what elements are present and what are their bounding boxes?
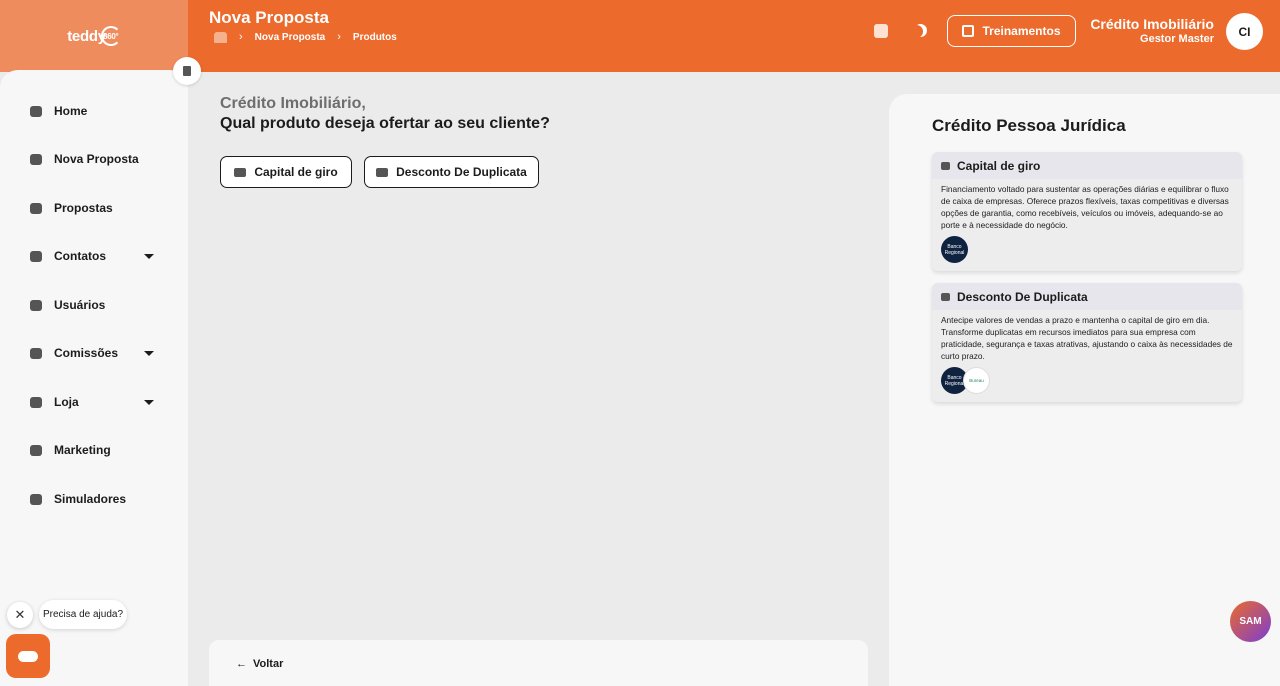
sidebar-item-nova-proposta[interactable]: Nova Proposta [30,149,160,169]
sidebar-item-label: Contatos [54,249,106,263]
footer-bar [209,640,868,686]
card-title: Capital de giro [957,158,1041,173]
chat-icon [18,650,38,662]
sidebar-item-label: Nova Proposta [54,152,139,166]
card-bank-logos: Banco Regional Bureau [941,367,1242,401]
sidebar-item-comissoes[interactable]: Comissões [30,343,154,363]
sidebar-item-label: Marketing [54,443,111,457]
sidebar-item-home[interactable]: Home [30,101,160,121]
user-info: Crédito Imobiliário Gestor Master [1090,16,1214,45]
chat-button[interactable] [6,634,50,678]
breadcrumb-item-nova-proposta[interactable]: Nova Proposta [255,32,326,43]
user-name: Crédito Imobiliário [1090,16,1214,32]
back-button[interactable]: ← Voltar [236,658,283,670]
sidebar-item-label: Simuladores [54,492,127,506]
training-button-label: Treinamentos [982,24,1061,38]
main-subtitle: Crédito Imobiliário, [220,95,366,112]
logo-ring: 360° [100,26,121,46]
card-bank-logos: Banco Regional [941,236,1242,270]
avatar[interactable]: CI [1226,13,1263,50]
home-icon[interactable] [214,31,227,43]
back-button-label: Voltar [253,658,284,670]
product-button-desconto-de-duplicata[interactable]: Desconto De Duplicata [364,156,539,188]
product-button-capital-de-giro[interactable]: Capital de giro [220,156,352,188]
new-proposal-icon [30,153,42,165]
training-button[interactable]: Treinamentos [947,15,1076,47]
breadcrumb: › Nova Proposta › Produtos [214,31,397,43]
sidebar-item-usuarios[interactable]: Usuários [30,295,160,315]
logo-area[interactable]: teddy 360° [0,0,188,72]
simulators-icon [30,493,42,505]
store-icon [30,396,42,408]
sidebar-item-simuladores[interactable]: Simuladores [30,489,160,509]
page-title: Nova Proposta [209,8,329,27]
money-icon [376,167,389,177]
right-panel-title: Crédito Pessoa Jurídica [932,116,1126,135]
moon-icon[interactable] [914,24,927,37]
sidebar-item-label: Loja [54,395,79,409]
sidebar-item-propostas[interactable]: Propostas [30,198,160,218]
gift-icon[interactable] [874,24,888,38]
bank-logo: Bureau [963,367,990,394]
card-title: Desconto De Duplicata [957,289,1088,304]
close-icon: ✕ [14,607,26,622]
chevron-down-icon [144,253,154,259]
logo-text: teddy [67,27,106,45]
chevron-down-icon [144,350,154,356]
user-role: Gestor Master [1140,33,1214,45]
sidebar-item-marketing[interactable]: Marketing [30,440,160,460]
calendar-icon [962,25,975,37]
sidebar-item-loja[interactable]: Loja [30,392,154,412]
arrow-left-icon: ← [236,658,247,670]
chevron-right-icon: › [239,31,243,43]
contacts-icon [30,250,42,262]
users-icon [30,299,42,311]
card-description: Antecipe valores de vendas a prazo e man… [941,315,1233,361]
product-button-label: Desconto De Duplicata [396,165,527,179]
money-icon [941,161,950,170]
card-header: Capital de giro [932,152,1242,179]
home-icon [30,105,42,117]
card-header: Desconto De Duplicata [932,283,1242,310]
sidebar-item-label: Home [54,104,88,118]
money-icon [941,292,950,301]
bank-logo: Banco Regional [941,236,968,263]
chevron-down-icon [144,399,154,405]
assistant-button[interactable]: SAM [1230,601,1271,642]
product-card-capital-de-giro[interactable]: Capital de giro Financiamento voltado pa… [932,152,1242,271]
close-help-button[interactable]: ✕ [7,602,33,628]
sidebar-item-label: Propostas [54,201,113,215]
proposals-icon [30,202,42,214]
sidebar-item-label: Usuários [54,298,106,312]
help-bubble[interactable]: Precisa de ajuda? [39,600,127,629]
teddy-logo: teddy 360° [67,26,121,46]
card-description: Financiamento voltado para sustentar as … [941,184,1229,230]
product-button-label: Capital de giro [254,165,338,179]
breadcrumb-item-produtos[interactable]: Produtos [353,32,397,43]
sidebar-item-label: Comissões [54,346,119,360]
commissions-icon [30,347,42,359]
product-card-desconto-de-duplicata[interactable]: Desconto De Duplicata Antecipe valores d… [932,283,1242,402]
sidebar-item-contatos[interactable]: Contatos [30,246,154,266]
chevron-right-icon: › [337,31,341,43]
money-icon [234,167,247,177]
sidebar-collapse-button[interactable] [173,57,201,85]
collapse-icon [183,66,191,76]
main-title: Qual produto deseja ofertar ao seu clien… [220,115,550,132]
marketing-icon [30,444,42,456]
